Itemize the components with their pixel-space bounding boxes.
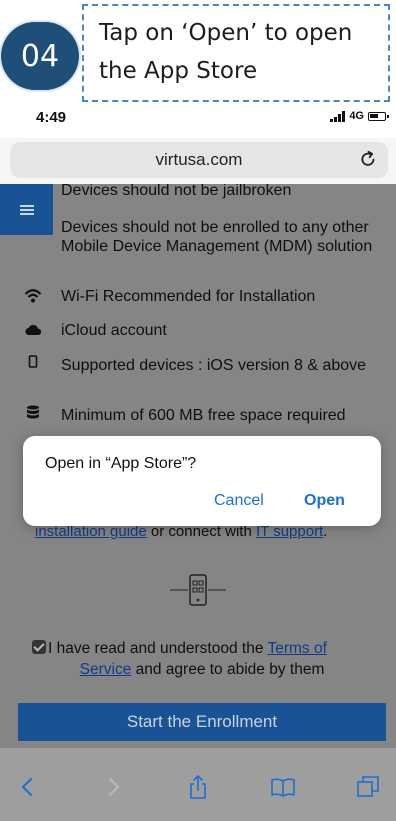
share-icon[interactable] [185,774,211,800]
phone-icon [28,355,38,368]
wifi-icon [24,289,42,303]
bookmarks-icon[interactable] [270,774,296,800]
requirement-item: Devices should not be enrolled to any ot… [61,219,373,255]
feature-item-ios-version: Supported devices : iOS version 8 & abov… [61,357,367,374]
open-in-app-store-dialog: Open in “App Store”? Cancel Open [23,436,381,526]
address-bar[interactable]: virtusa.com [10,142,388,178]
feature-item-wifi: Wi-Fi Recommended for Installation [61,288,316,305]
status-indicators: 4G [330,110,389,122]
url-text[interactable]: virtusa.com [10,150,388,170]
status-bar: 4:49 4G [0,106,396,138]
battery-icon [368,111,389,121]
requirement-item: Devices should not be jailbroken [61,184,292,199]
terms-link-part1[interactable]: Terms of [267,640,326,657]
terms-agreement: I have read and understood the Terms of … [32,638,372,680]
terms-prefix: I have read and understood the [48,640,268,657]
browser-toolbar [0,748,396,821]
storage-icon [27,405,39,419]
back-icon[interactable] [15,774,41,800]
browser-address-area: virtusa.com [0,138,396,184]
step-number-badge: 04 [1,22,79,90]
terms-suffix: and agree to abide by them [131,661,325,678]
start-enrollment-button[interactable]: Start the Enrollment [18,703,386,741]
step-banner: 04 Tap on ‘Open’ to open the App Store [0,0,396,106]
terms-checkbox[interactable] [32,640,46,654]
network-label: 4G [349,110,364,122]
feature-item-storage: Minimum of 600 MB free space required [61,407,346,424]
step-instruction: Tap on ‘Open’ to open the App Store [99,20,353,84]
status-time: 4:49 [36,109,67,126]
cloud-icon [25,324,42,335]
terms-link-part2[interactable]: Service [80,661,132,678]
feature-item-icloud: iCloud account [61,322,167,339]
open-button[interactable]: Open [304,492,345,510]
cancel-button[interactable]: Cancel [214,492,264,510]
menu-icon [19,204,34,215]
forward-icon[interactable] [100,774,126,800]
signal-icon [330,110,346,122]
qr-phone-icon [170,574,226,606]
tabs-icon[interactable] [355,774,381,800]
dialog-title: Open in “App Store”? [45,455,197,472]
reload-icon[interactable] [358,149,378,169]
terms-line-2: Service and agree to abide by them [32,659,372,680]
hamburger-menu-button[interactable] [0,184,53,235]
